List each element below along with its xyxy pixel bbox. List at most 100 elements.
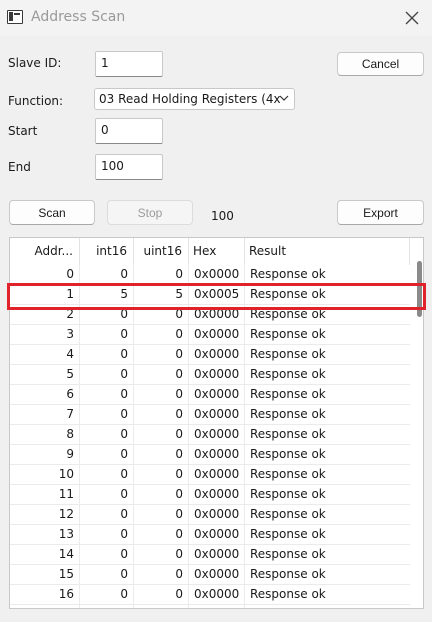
cell-uint16: 5 bbox=[134, 285, 189, 305]
cell-hex: 0x0000 bbox=[189, 585, 245, 605]
cell-uint16: 0 bbox=[134, 445, 189, 465]
cell-uint16: 0 bbox=[134, 605, 189, 608]
cell-result: Response ok bbox=[250, 287, 326, 301]
table-row[interactable]: 5 0 0 0x0000 Response ok bbox=[10, 365, 410, 385]
scan-count: 100 bbox=[211, 209, 234, 223]
table-row[interactable]: 11 0 0 0x0000 Response ok bbox=[10, 485, 410, 505]
cell-uint16: 0 bbox=[134, 425, 189, 445]
cell-hex: 0x0000 bbox=[189, 445, 245, 465]
cell-uint16: 0 bbox=[134, 385, 189, 405]
table-row[interactable]: 4 0 0 0x0000 Response ok bbox=[10, 345, 410, 365]
column-header-result[interactable]: Result bbox=[245, 238, 410, 265]
table-row[interactable]: 15 0 0 0x0000 Response ok bbox=[10, 565, 410, 585]
cell-int16: 0 bbox=[80, 405, 134, 425]
cell-int16: 0 bbox=[80, 345, 134, 365]
cell-hex: 0x0000 bbox=[189, 545, 245, 565]
cell-address: 3 bbox=[10, 325, 80, 345]
cell-address: 4 bbox=[10, 345, 80, 365]
vertical-scrollbar[interactable] bbox=[410, 238, 423, 608]
cell-address: 6 bbox=[10, 385, 80, 405]
scrollbar-thumb[interactable] bbox=[417, 261, 422, 317]
cell-hex: 0x0000 bbox=[189, 345, 245, 365]
window-title: Address Scan bbox=[31, 9, 126, 25]
cell-result: Response ok bbox=[250, 367, 326, 381]
stop-button[interactable]: Stop bbox=[107, 200, 193, 225]
cell-result: Response ok bbox=[250, 447, 326, 461]
table-row[interactable]: 17000x0000Response ok bbox=[10, 605, 410, 608]
table-row[interactable]: 1 5 5 0x0005 Response ok bbox=[10, 285, 410, 305]
table-row[interactable]: 10 0 0 0x0000 Response ok bbox=[10, 465, 410, 485]
cell-uint16: 0 bbox=[134, 525, 189, 545]
function-select[interactable]: 03 Read Holding Registers (4x bbox=[94, 88, 295, 110]
cell-hex: 0x0000 bbox=[189, 365, 245, 385]
cell-uint16: 0 bbox=[134, 505, 189, 525]
cell-address: 7 bbox=[10, 405, 80, 425]
cell-hex: 0x0000 bbox=[189, 385, 245, 405]
table-row[interactable]: 16 0 0 0x0000 Response ok bbox=[10, 585, 410, 605]
cell-address: 15 bbox=[10, 565, 80, 585]
table-row[interactable]: 12 0 0 0x0000 Response ok bbox=[10, 505, 410, 525]
cell-int16: 0 bbox=[80, 385, 134, 405]
cell-hex: 0x0000 bbox=[189, 565, 245, 585]
cell-int16: 0 bbox=[80, 545, 134, 565]
cell-result: Response ok bbox=[250, 467, 326, 481]
slave-id-field[interactable]: 1 bbox=[95, 51, 163, 77]
cell-uint16: 0 bbox=[134, 485, 189, 505]
table-row[interactable]: 0 0 0 0x0000 Response ok bbox=[10, 265, 410, 285]
table-row[interactable]: 13 0 0 0x0000 Response ok bbox=[10, 525, 410, 545]
cell-int16: 0 bbox=[80, 565, 134, 585]
cancel-button[interactable]: Cancel bbox=[337, 52, 424, 76]
end-label: End bbox=[8, 160, 31, 174]
cell-result: Response ok bbox=[250, 387, 326, 401]
cell-uint16: 0 bbox=[134, 325, 189, 345]
cell-uint16: 0 bbox=[134, 545, 189, 565]
cell-result: Response ok bbox=[250, 347, 326, 361]
cell-int16: 0 bbox=[80, 525, 134, 545]
table-row[interactable]: 7 0 0 0x0000 Response ok bbox=[10, 405, 410, 425]
results-table[interactable]: Addr... int16 uint16 Hex Result 0 0 0 0x000… bbox=[9, 237, 424, 609]
cell-hex: 0x0005 bbox=[189, 285, 245, 305]
cell-uint16: 0 bbox=[134, 265, 189, 285]
cell-int16: 0 bbox=[80, 485, 134, 505]
column-header-hex[interactable]: Hex bbox=[189, 238, 245, 265]
cell-address: 5 bbox=[10, 365, 80, 385]
export-button[interactable]: Export bbox=[337, 200, 424, 225]
column-header-address[interactable]: Addr... bbox=[10, 238, 80, 265]
cell-hex: 0x0000 bbox=[189, 465, 245, 485]
cell-hex: 0x0000 bbox=[189, 505, 245, 525]
cell-int16: 0 bbox=[80, 445, 134, 465]
cell-uint16: 0 bbox=[134, 565, 189, 585]
cell-int16: 0 bbox=[80, 265, 134, 285]
table-row[interactable]: 14 0 0 0x0000 Response ok bbox=[10, 545, 410, 565]
cell-hex: 0x0000 bbox=[189, 265, 245, 285]
scan-button[interactable]: Scan bbox=[9, 200, 95, 225]
cell-result: Response ok bbox=[250, 487, 326, 501]
cell-uint16: 0 bbox=[134, 305, 189, 325]
cell-address: 12 bbox=[10, 505, 80, 525]
cell-address: 8 bbox=[10, 425, 80, 445]
slave-id-label: Slave ID: bbox=[8, 56, 62, 70]
cell-result: Response ok bbox=[250, 407, 326, 421]
cell-result: Response ok bbox=[250, 527, 326, 541]
cell-result: Response ok bbox=[245, 605, 410, 608]
table-row[interactable]: 3 0 0 0x0000 Response ok bbox=[10, 325, 410, 345]
table-row[interactable]: 9 0 0 0x0000 Response ok bbox=[10, 445, 410, 465]
column-header-uint16[interactable]: uint16 bbox=[134, 238, 189, 265]
close-icon[interactable] bbox=[400, 6, 424, 30]
end-field[interactable]: 100 bbox=[95, 154, 163, 180]
cell-result: Response ok bbox=[250, 547, 326, 561]
cell-address: 16 bbox=[10, 585, 80, 605]
cell-result: Response ok bbox=[250, 587, 326, 601]
start-field[interactable]: 0 bbox=[95, 118, 163, 144]
table-row[interactable]: 6 0 0 0x0000 Response ok bbox=[10, 385, 410, 405]
table-row[interactable]: 8 0 0 0x0000 Response ok bbox=[10, 425, 410, 445]
column-header-int16[interactable]: int16 bbox=[80, 238, 134, 265]
cell-hex: 0x0000 bbox=[189, 605, 245, 608]
app-window-icon bbox=[7, 10, 23, 24]
table-row[interactable]: 2 0 0 0x0000 Response ok bbox=[10, 305, 410, 325]
table-header: Addr... int16 uint16 Hex Result bbox=[10, 238, 410, 265]
table-body: 0 0 0 0x0000 Response ok 1 5 5 0x0005 Response ok… bbox=[10, 265, 410, 608]
cell-result: Response ok bbox=[250, 267, 326, 281]
cell-result: Response ok bbox=[250, 567, 326, 581]
cell-address: 0 bbox=[10, 265, 80, 285]
